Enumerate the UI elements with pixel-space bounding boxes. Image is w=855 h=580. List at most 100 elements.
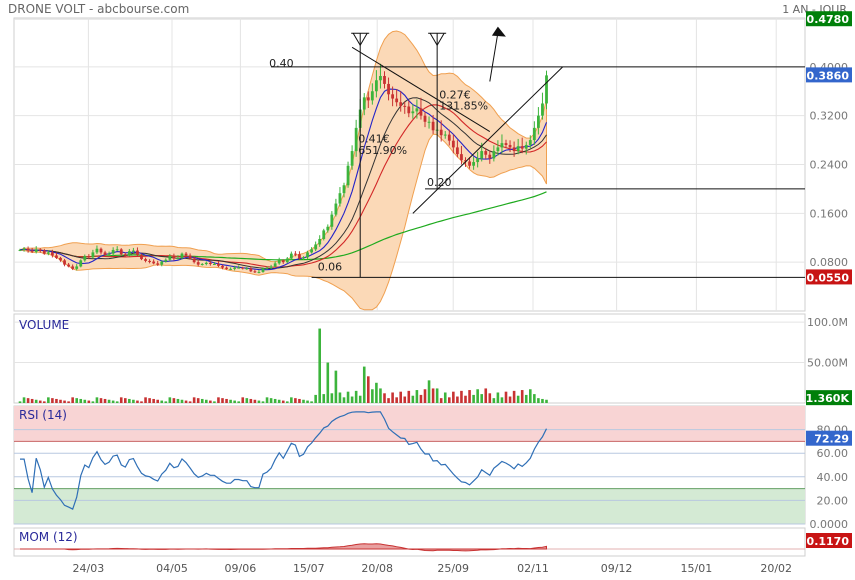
volume-bar [468,390,471,403]
volume-bar [63,400,66,403]
chart-title: DRONE VOLT - abcbourse.com [8,2,189,16]
volume-bar [419,394,423,403]
price-axis: 0.47800.40000.32000.24000.16000.08000.47… [806,11,852,285]
stock-chart: DRONE VOLT - abcbourse.com 1 AN - JOUR M… [8,2,852,575]
candle-body [229,268,232,270]
volume-bar [172,398,176,403]
volume-bar [448,397,451,403]
volume-bar [221,398,224,403]
candle-body [528,140,532,145]
candle-body [115,249,119,251]
candle-body [431,121,435,131]
rsi-panel: RSI (14) 80.0060.0040.0020.000.000072.29 [13,405,852,531]
volume-bar [124,398,127,403]
volume-bar [83,399,87,403]
volume-bar [298,398,301,403]
candle-body [456,147,459,155]
candle-body [22,248,26,250]
candle-body [136,250,139,255]
volume-bar [91,401,95,403]
volume-bar [286,401,289,403]
volume-bar [439,398,443,403]
candle-body [460,154,463,161]
candle-body [354,127,358,152]
volume-bar [350,396,354,403]
volume-bar [464,395,467,403]
x-tick-label: 15/01 [681,562,713,575]
candle-body [395,98,399,103]
volume-bar [119,397,123,403]
candle-body [545,75,548,104]
price-annotation: 651.90% [358,144,407,157]
volume-bar [99,398,103,403]
volume-bar [375,382,378,403]
volume-bar [273,398,277,403]
volume-bar [95,397,99,403]
volume-bar [111,400,115,403]
volume-bar [524,394,528,403]
candle-body [217,263,220,266]
candle-body [176,257,180,259]
price-annotation: 0.40 [269,57,294,70]
volume-bar [26,398,30,403]
volume-bar [354,390,358,403]
candle-body [265,267,269,269]
candle-body [18,249,22,251]
volume-bar [541,398,544,403]
rsi-tick-label: 0.0000 [810,518,849,531]
volume-bar [156,399,159,403]
volume-bar [504,391,508,403]
volume-bar [38,400,42,403]
volume-bar [136,400,139,403]
volume-bar [318,328,321,403]
candle-body [83,256,87,261]
x-tick-label: 24/03 [73,562,105,575]
price-annotation: 0.06 [318,261,343,274]
candle-body [59,257,62,261]
volume-bar [294,398,297,403]
candle-body [334,203,338,215]
rsi-tick-label: 60.00 [817,447,849,460]
candle-body [370,91,374,101]
rsi-tick-label: 40.00 [817,471,849,484]
volume-bar [55,398,58,403]
candle-body [451,140,455,148]
volume-bar [34,399,38,403]
candle-body [119,249,123,255]
volume-bar [43,401,46,403]
volume-bar [387,398,390,403]
low-price-badge: 0.0550 [807,271,850,284]
volume-bar [152,398,155,403]
price-tick-label: 0.1600 [810,207,849,220]
candle-body [342,185,346,194]
volume-bar [79,398,83,403]
candle-body [79,260,83,267]
volume-bar [192,397,196,403]
volume-bar [253,399,257,403]
volume-bar [257,400,261,403]
candle-body [516,146,520,152]
candle-body [415,108,419,112]
volume-bar [237,401,240,403]
volume-bar [209,400,212,403]
candle-body [281,260,285,263]
candle-body [87,256,91,258]
candle-body [492,151,496,159]
candle-body [310,249,313,253]
candle-body [338,193,342,204]
x-tick-label: 09/12 [601,562,633,575]
candle-body [184,253,188,256]
volume-bar [395,397,398,403]
candle-body [91,252,95,258]
candle-body [132,250,135,252]
candle-body [241,267,245,269]
candle-body [111,249,115,254]
volume-bar [265,397,269,403]
volume-bar [326,362,330,403]
candle-body [443,134,447,136]
volume-bar [249,398,253,403]
rsi-label: RSI (14) [19,408,67,422]
candle-body [362,97,366,110]
volume-tick-label: 100.0M [807,316,848,329]
candle-body [468,161,471,166]
